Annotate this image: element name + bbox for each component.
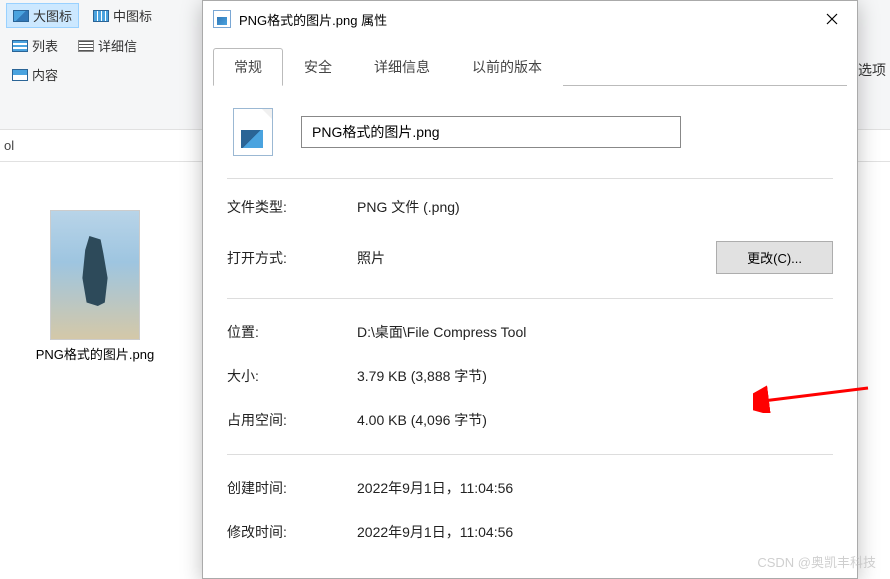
details-icon [78, 40, 94, 52]
tab-details[interactable]: 详细信息 [353, 48, 451, 86]
options-text-fragment: 选项 [858, 60, 886, 80]
created-label: 创建时间: [227, 478, 357, 498]
size-value: 3.79 KB (3,888 字节) [357, 366, 833, 386]
dialog-title: PNG格式的图片.png 属性 [239, 10, 809, 29]
size-label: 大小: [227, 366, 357, 386]
view-medium-icons[interactable]: 中图标 [87, 3, 158, 28]
file-big-icon [233, 108, 273, 156]
large-icons-icon [13, 10, 29, 22]
view-list[interactable]: 列表 [6, 34, 64, 57]
modified-label: 修改时间: [227, 522, 357, 542]
view-details[interactable]: 详细信 [72, 34, 143, 57]
view-large-icons[interactable]: 大图标 [6, 3, 79, 28]
location-label: 位置: [227, 322, 357, 342]
ribbon-label: 列表 [32, 36, 58, 55]
divider [227, 454, 833, 455]
filetype-value: PNG 文件 (.png) [357, 197, 833, 217]
tab-strip: 常规 安全 详细信息 以前的版本 [203, 37, 857, 85]
filename-input[interactable] [301, 116, 681, 148]
modified-value: 2022年9月1日，11:04:56 [357, 522, 833, 542]
tab-security[interactable]: 安全 [283, 48, 353, 86]
dialog-titlebar[interactable]: PNG格式的图片.png 属性 [203, 1, 857, 37]
change-button[interactable]: 更改(C)... [716, 241, 833, 274]
content-icon [12, 69, 28, 81]
file-type-icon [213, 10, 231, 28]
ribbon-label: 详细信 [98, 36, 137, 55]
view-content[interactable]: 内容 [6, 63, 64, 86]
properties-dialog: PNG格式的图片.png 属性 常规 安全 详细信息 以前的版本 文件类型: P… [202, 0, 858, 579]
medium-icons-icon [93, 10, 109, 22]
disk-label: 占用空间: [227, 410, 357, 430]
openwith-value: 照片 [357, 248, 716, 268]
watermark: CSDN @奥凯丰科技 [757, 552, 876, 571]
close-icon [826, 13, 838, 25]
created-value: 2022年9月1日，11:04:56 [357, 478, 833, 498]
image-thumbnail [50, 210, 140, 340]
filetype-label: 文件类型: [227, 197, 357, 217]
disk-value: 4.00 KB (4,096 字节) [357, 410, 833, 430]
location-value: D:\桌面\File Compress Tool [357, 322, 833, 342]
ribbon-label: 大图标 [33, 6, 72, 25]
divider [227, 298, 833, 299]
file-name-label: PNG格式的图片.png [30, 346, 160, 364]
tab-general[interactable]: 常规 [213, 48, 283, 86]
list-icon [12, 40, 28, 52]
tab-previous-versions[interactable]: 以前的版本 [451, 48, 563, 86]
tab-panel-general: 文件类型: PNG 文件 (.png) 打开方式: 照片 更改(C)... 位置… [213, 85, 847, 560]
close-button[interactable] [809, 4, 855, 34]
ribbon-label: 内容 [32, 65, 58, 84]
openwith-label: 打开方式: [227, 248, 357, 268]
file-thumbnail-item[interactable]: PNG格式的图片.png [30, 210, 160, 364]
ribbon-label: 中图标 [113, 6, 152, 25]
